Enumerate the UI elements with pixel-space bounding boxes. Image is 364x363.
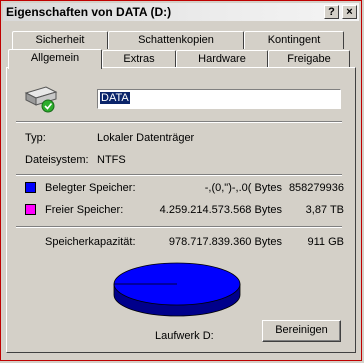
filesystem-label: Dateisystem: xyxy=(25,154,89,166)
separator xyxy=(16,121,342,123)
disk-usage-pie xyxy=(113,262,241,317)
drive-name-value: DATA xyxy=(100,92,130,104)
free-space-short: 3,87 TB xyxy=(305,204,344,216)
drive-label: Laufwerk D: xyxy=(155,330,214,342)
capacity-short: 911 GB xyxy=(307,236,345,248)
type-label: Typ: xyxy=(25,132,46,144)
free-space-swatch xyxy=(25,204,36,215)
tab-schattenkopien[interactable]: Schattenkopien xyxy=(108,31,244,49)
capacity-bytes: 978.717.839.360 Bytes xyxy=(168,236,282,248)
drive-icon xyxy=(24,86,58,113)
separator xyxy=(16,226,342,228)
title-bar[interactable]: Eigenschaften von DATA (D:) ? × xyxy=(3,3,359,21)
separator xyxy=(16,174,342,176)
used-space-short: 858279936 xyxy=(288,182,344,194)
tab-kontingent[interactable]: Kontingent xyxy=(244,31,344,49)
tab-sicherheit[interactable]: Sicherheit xyxy=(12,31,108,49)
used-space-swatch xyxy=(25,182,36,193)
used-space-bytes: -,(0,")-,.0( Bytes xyxy=(204,182,282,194)
close-button[interactable]: × xyxy=(342,5,357,19)
type-value: Lokaler Datenträger xyxy=(97,132,195,144)
tab-extras[interactable]: Extras xyxy=(102,50,176,68)
window-title: Eigenschaften von DATA (D:) xyxy=(6,5,172,19)
cleanup-button[interactable]: Bereinigen xyxy=(262,320,341,342)
tab-freigabe[interactable]: Freigabe xyxy=(268,50,350,68)
filesystem-value: NTFS xyxy=(97,154,126,166)
capacity-label: Speicherkapazität: xyxy=(45,236,136,248)
used-space-label: Belegter Speicher: xyxy=(45,182,136,194)
free-space-label: Freier Speicher: xyxy=(45,204,124,216)
tab-allgemein[interactable]: Allgemein xyxy=(8,49,102,69)
drive-name-input[interactable]: DATA xyxy=(97,89,341,109)
free-space-bytes: 4.259.214.573.568 Bytes xyxy=(159,204,282,216)
help-button[interactable]: ? xyxy=(324,5,339,19)
tab-hardware[interactable]: Hardware xyxy=(176,50,268,68)
